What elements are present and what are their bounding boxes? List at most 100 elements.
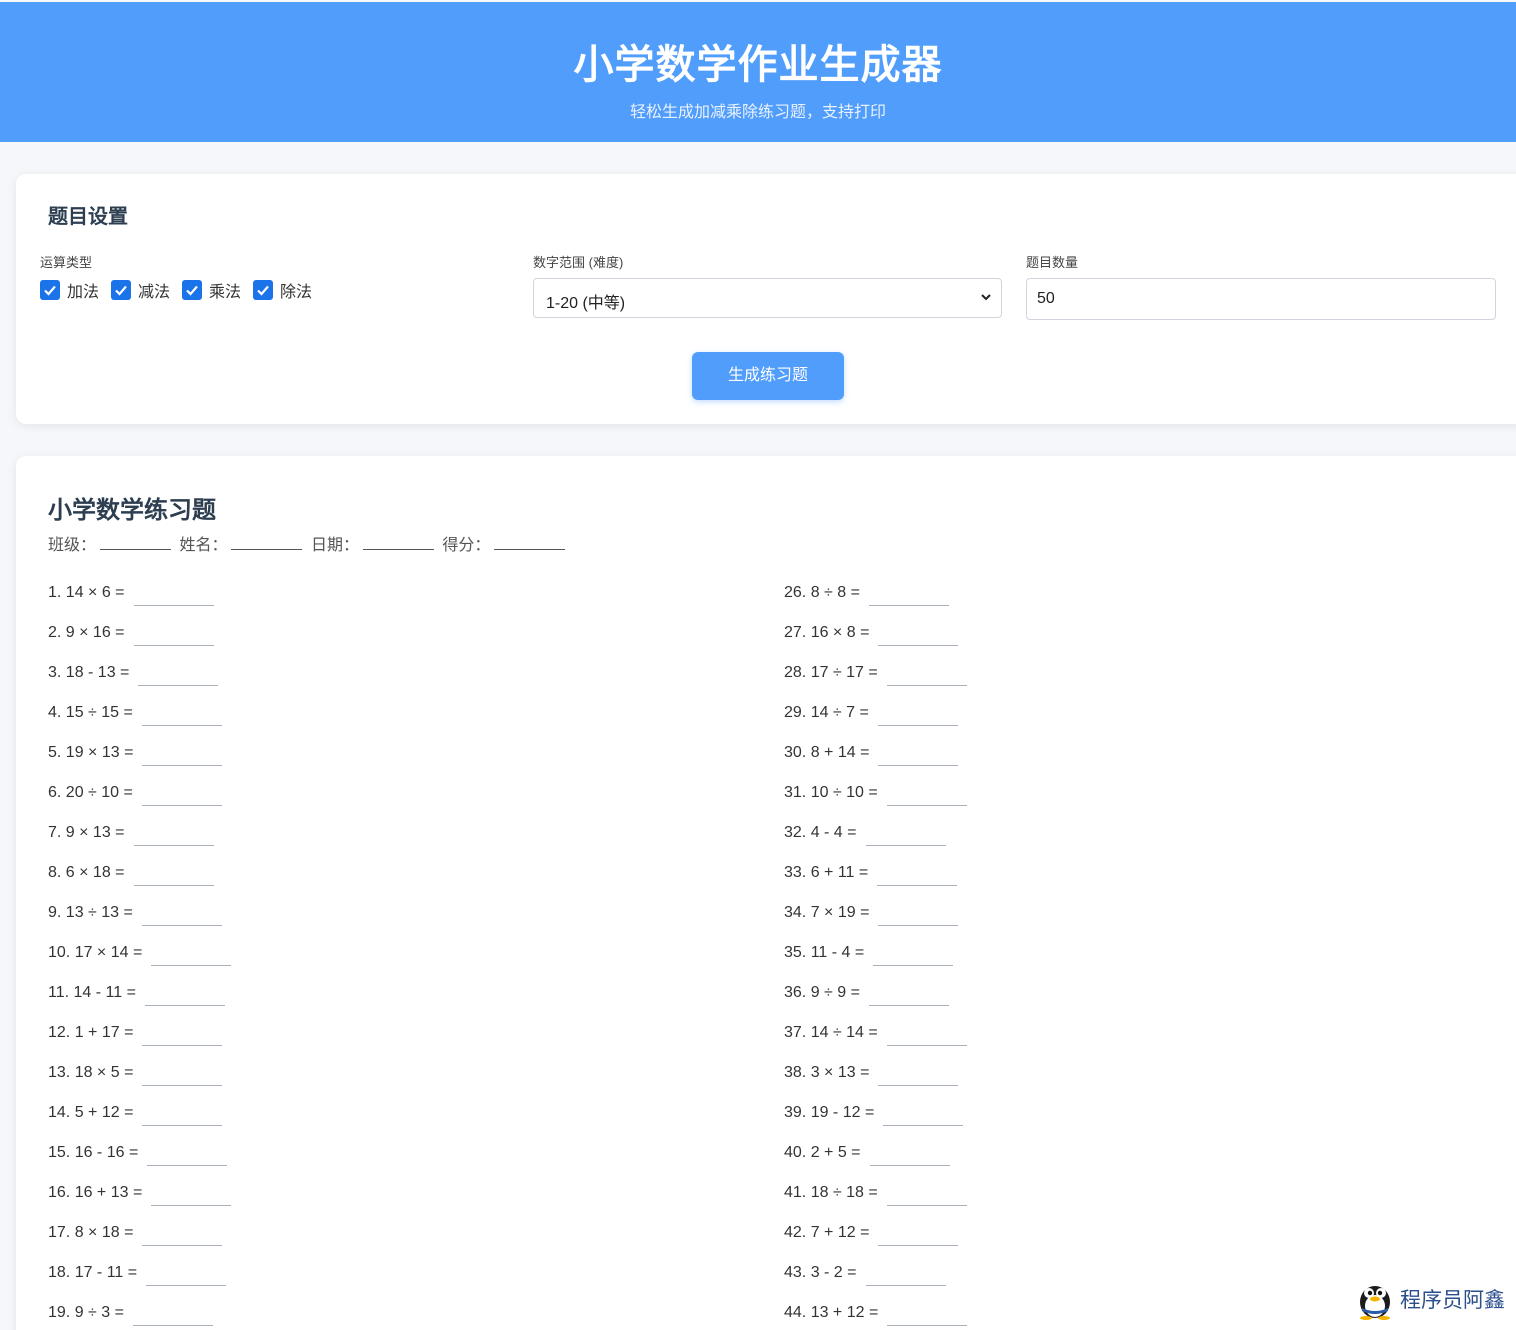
problem-text: 11. 14 - 11 = [48,984,136,1001]
problem-text: 44. 13 + 12 = [784,1304,879,1321]
problem-item: 38. 3 × 13 = [784,1064,967,1104]
answer-blank [878,1064,959,1086]
problem-item: 15. 16 - 16 = [48,1144,231,1184]
problem-text: 32. 4 - 4 = [784,824,857,841]
problem-item: 12. 1 + 17 = [48,1024,231,1064]
answer-blank [868,984,949,1006]
watermark: 程序员阿鑫 [1354,1278,1505,1320]
answer-blank [142,1224,223,1246]
qq-penguin-icon [1360,1286,1390,1320]
problem-item: 44. 13 + 12 = [784,1304,968,1330]
answer-blank [138,664,219,686]
count-input[interactable]: 50 [1026,278,1496,320]
checkbox-label: 乘法 [209,284,242,301]
problem-item: 37. 14 ÷ 14 = [784,1024,967,1064]
date-field-label: 日期： [310,537,359,554]
problem-text: 16. 16 + 13 = [48,1184,143,1201]
answer-blank [141,704,222,726]
answer-blank [142,1024,223,1046]
answer-blank [887,1304,968,1326]
problem-item: 32. 4 - 4 = [784,824,967,864]
answer-blank [878,904,959,926]
checkbox-subtraction[interactable]: 减法 [111,278,170,302]
answer-blank [869,1144,950,1166]
problem-item: 10. 17 × 14 = [48,944,232,984]
answer-blank [133,864,214,886]
answer-blank [878,1224,959,1246]
problem-text: 2. 9 × 16 = [48,624,125,641]
problem-item: 26. 8 ÷ 8 = [784,584,967,624]
problem-item: 14. 5 + 12 = [48,1104,231,1144]
problem-text: 27. 16 × 8 = [784,624,870,641]
problem-item: 16. 16 + 13 = [48,1184,232,1224]
checkbox-label: 除法 [280,284,313,301]
problem-text: 12. 1 + 17 = [48,1024,134,1041]
problem-item: 42. 7 + 12 = [784,1224,967,1264]
problem-text: 5. 19 × 13 = [48,744,134,761]
answer-blank [886,1024,967,1046]
problem-item: 28. 17 ÷ 17 = [784,664,967,704]
problem-item: 34. 7 × 19 = [784,904,967,944]
checkbox-multiplication[interactable]: 乘法 [182,278,241,302]
problem-text: 34. 7 × 19 = [784,904,870,921]
answer-blank [878,624,959,646]
checkbox-addition[interactable]: 加法 [40,278,99,302]
answer-blank [873,944,954,966]
chevron-down-icon [981,294,991,301]
answer-blank [878,744,959,766]
generate-button[interactable]: 生成练习题 [692,352,844,400]
problem-text: 7. 9 × 13 = [48,824,125,841]
date-blank [362,536,434,550]
problem-item: 5. 19 × 13 = [48,744,231,784]
problem-item: 19. 9 ÷ 3 = [48,1304,231,1330]
answer-blank [133,624,214,646]
answer-blank [132,1304,213,1326]
checkbox-checked-icon[interactable] [40,280,60,300]
settings-title: 题目设置 [48,206,128,228]
problem-item: 8. 6 × 18 = [48,864,231,904]
problem-item: 41. 18 ÷ 18 = [784,1184,967,1224]
problem-item: 2. 9 × 16 = [48,624,231,664]
class-field-label: 班级： [48,537,97,554]
checkbox-checked-icon[interactable] [253,280,274,300]
answer-blank [886,784,967,806]
problem-item: 4. 15 ÷ 15 = [48,704,231,744]
answer-blank [142,1104,223,1126]
answer-blank [865,1264,946,1286]
answer-blank [886,664,967,686]
problems-left-column: 1. 14 × 6 = 2. 9 × 16 = 3. 18 - 13 = 4. 15 … [48,584,232,1330]
problem-item: 35. 11 - 4 = [784,944,967,984]
problem-text: 31. 10 ÷ 10 = [784,784,878,801]
answer-blank [868,584,949,606]
problem-text: 39. 19 - 12 = [784,1104,875,1121]
problem-text: 4. 15 ÷ 15 = [48,704,133,721]
problem-text: 40. 2 + 5 = [784,1144,861,1161]
range-select[interactable]: 1-20 (中等) [533,278,1002,318]
problem-text: 8. 6 × 18 = [48,864,125,881]
problem-text: 3. 18 - 13 = [48,664,130,681]
checkbox-checked-icon[interactable] [111,280,132,300]
problem-text: 28. 17 ÷ 17 = [784,664,878,681]
checkbox-division[interactable]: 除法 [253,278,312,302]
range-selected-value: 1-20 (中等) [546,295,626,312]
class-blank [100,536,172,550]
settings-card: 题目设置 运算类型 加法 减法 乘法 除法 数字范围 (难度) 1-20 (中等… [16,174,1516,424]
problem-item: 36. 9 ÷ 9 = [784,984,967,1024]
checkbox-checked-icon[interactable] [182,280,203,300]
problem-text: 36. 9 ÷ 9 = [784,984,860,1001]
problem-text: 35. 11 - 4 = [784,944,865,961]
page-header: 小学数学作业生成器 轻松生成加减乘除练习题，支持打印 [0,2,1516,142]
problem-item: 3. 18 - 13 = [48,664,231,704]
problem-text: 17. 8 × 18 = [48,1224,134,1241]
page-title: 小学数学作业生成器 [573,43,943,87]
answer-blank [144,984,225,1006]
answer-blank [886,1184,967,1206]
problem-text: 29. 14 ÷ 7 = [784,704,869,721]
problem-item: 30. 8 + 14 = [784,744,967,784]
page-subtitle: 轻松生成加减乘除练习题，支持打印 [629,104,886,121]
problem-item: 43. 3 - 2 = [784,1264,967,1304]
problem-item: 1. 14 × 6 = [48,584,231,624]
problem-text: 18. 17 - 11 = [48,1264,138,1281]
answer-blank [877,864,958,886]
problem-text: 13. 18 × 5 = [48,1064,134,1081]
